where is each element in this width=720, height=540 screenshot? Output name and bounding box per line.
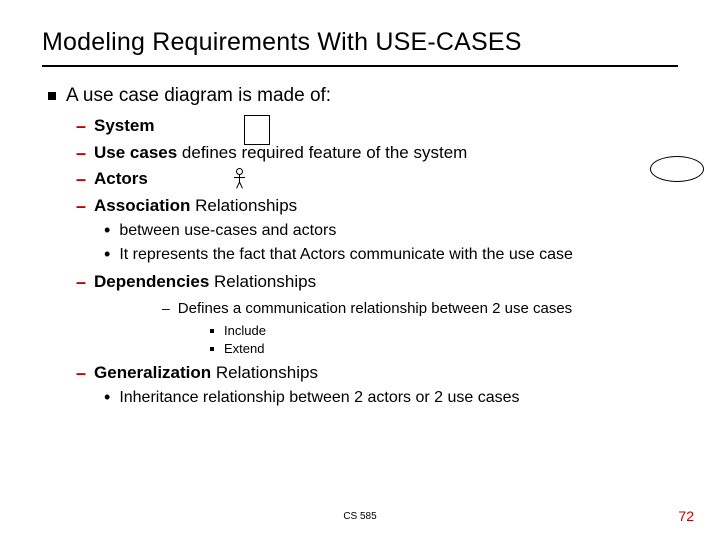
item-system: – System xyxy=(76,115,678,138)
item-association-label: Association xyxy=(94,196,190,215)
item-dependencies: – Dependencies Relationships xyxy=(76,271,678,294)
item-association-rest: Relationships xyxy=(190,196,297,215)
slide: Modeling Requirements With USE-CASES A u… xyxy=(0,0,720,409)
gen-sub-1: • Inheritance relationship between 2 act… xyxy=(104,388,678,409)
square-bullet-icon xyxy=(48,92,56,100)
assoc-sub-1-text: between use-cases and actors xyxy=(119,221,336,241)
assoc-sublist: • between use-cases and actors • It repr… xyxy=(104,221,678,265)
dot-bullet-icon: • xyxy=(104,386,110,409)
item-usecases: – Use cases defines required feature of … xyxy=(76,142,678,165)
gen-sub-1-text: Inheritance relationship between 2 actor… xyxy=(119,388,519,408)
usecase-ellipse-icon xyxy=(650,156,704,182)
level2-list-cont: – Dependencies Relationships xyxy=(76,271,678,294)
deps-extend-text: Extend xyxy=(224,341,264,356)
deps-extend: Extend xyxy=(210,341,678,356)
gen-sublist: • Inheritance relationship between 2 act… xyxy=(104,388,678,409)
deps-include: Include xyxy=(210,323,678,338)
deps-sub-sublist: Include Extend xyxy=(210,323,678,356)
item-gen-label: Generalization xyxy=(94,363,211,382)
dot-bullet-icon: • xyxy=(104,219,110,242)
item-actors-label: Actors xyxy=(94,169,148,188)
assoc-sub-2-text: It represents the fact that Actors commu… xyxy=(119,245,573,265)
bullet-main: A use case diagram is made of: xyxy=(48,85,678,107)
item-generalization: – Generalization Relationships xyxy=(76,362,678,385)
actor-stick-icon xyxy=(233,168,247,190)
item-actors: – Actors xyxy=(76,168,678,191)
footer-course: CS 585 xyxy=(0,511,720,522)
dash-icon: – xyxy=(76,362,86,385)
item-deps-label: Dependencies xyxy=(94,272,209,291)
title-rule xyxy=(42,65,678,67)
dash-icon: – xyxy=(76,168,86,191)
system-rect-icon xyxy=(244,115,270,145)
item-association: – Association Relationships xyxy=(76,195,678,218)
dash-icon: – xyxy=(76,195,86,218)
item-system-label: System xyxy=(94,116,154,135)
dash-icon: – xyxy=(76,142,86,165)
item-gen-rest: Relationships xyxy=(211,363,318,382)
footer-page-number: 72 xyxy=(678,508,694,524)
assoc-sub-2: • It represents the fact that Actors com… xyxy=(104,245,678,266)
deps-sub-1: – Defines a communication relationship b… xyxy=(162,300,678,317)
deps-include-text: Include xyxy=(224,323,266,338)
assoc-sub-1: • between use-cases and actors xyxy=(104,221,678,242)
dash-icon: – xyxy=(76,271,86,294)
level2-list-cont2: – Generalization Relationships xyxy=(76,362,678,385)
square-small-icon xyxy=(210,329,214,333)
dash-icon: – xyxy=(76,115,86,138)
deps-sub-1-text: Defines a communication relationship bet… xyxy=(178,300,572,317)
level2-list: – System – Use cases defines required fe… xyxy=(76,115,678,217)
slide-title: Modeling Requirements With USE-CASES xyxy=(42,28,678,63)
dot-bullet-icon: • xyxy=(104,243,110,266)
deps-sublist: – Defines a communication relationship b… xyxy=(162,300,678,317)
item-deps-rest: Relationships xyxy=(209,272,316,291)
bullet-main-text: A use case diagram is made of: xyxy=(66,85,331,107)
dash-small-icon: – xyxy=(162,300,170,316)
square-small-icon xyxy=(210,347,214,351)
item-usecases-label: Use cases xyxy=(94,143,177,162)
item-usecases-rest: defines required feature of the system xyxy=(177,143,467,162)
